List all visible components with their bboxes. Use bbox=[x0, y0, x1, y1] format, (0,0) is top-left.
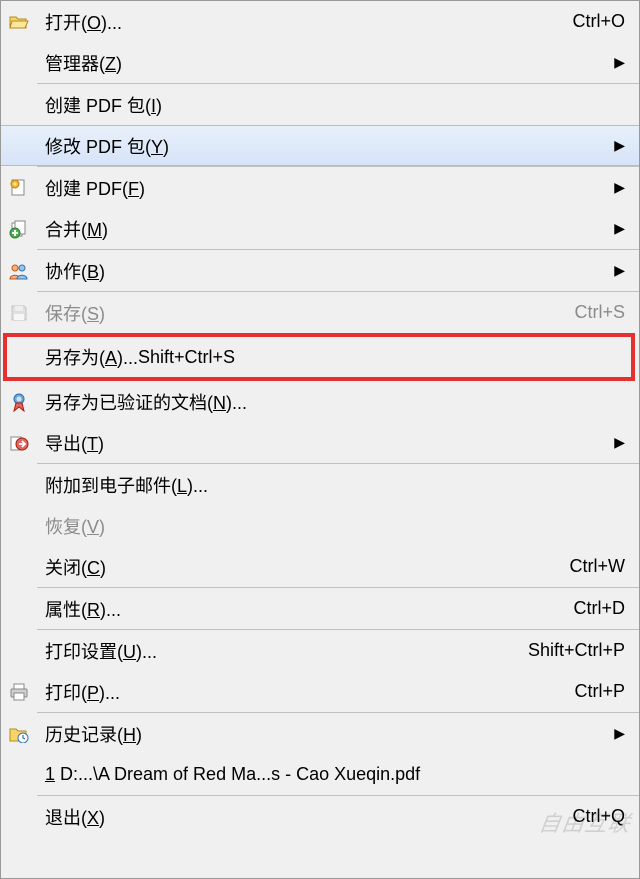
menu-label: 保存(S) bbox=[37, 300, 574, 326]
menu-label: 恢复(V) bbox=[37, 513, 625, 539]
menu-label: 合并(M) bbox=[37, 216, 605, 242]
menu-item-history[interactable]: 历史记录(H) ▶ bbox=[1, 713, 639, 754]
menu-item-recent-file[interactable]: 1 D:...\A Dream of Red Ma...s - Cao Xueq… bbox=[1, 754, 639, 795]
create-pdf-icon bbox=[1, 178, 37, 198]
folder-open-icon bbox=[1, 14, 37, 30]
menu-label: 1 D:...\A Dream of Red Ma...s - Cao Xueq… bbox=[37, 764, 625, 785]
submenu-arrow-icon: ▶ bbox=[609, 54, 625, 71]
menu-item-exit[interactable]: 退出(X) Ctrl+Q bbox=[1, 796, 639, 837]
history-icon bbox=[1, 725, 37, 743]
menu-label: 打开(O)... bbox=[37, 9, 572, 35]
shortcut: Ctrl+Q bbox=[572, 806, 625, 827]
menu-item-open[interactable]: 打开(O)... Ctrl+O bbox=[1, 1, 639, 42]
menu-label: 修改 PDF 包(Y) bbox=[37, 133, 605, 159]
collaborate-icon bbox=[1, 262, 37, 280]
menu-label: 关闭(C) bbox=[37, 554, 570, 580]
menu-item-print[interactable]: 打印(P)... Ctrl+P bbox=[1, 671, 639, 712]
save-icon bbox=[1, 304, 37, 322]
menu-item-collaborate[interactable]: 协作(B) ▶ bbox=[1, 250, 639, 291]
menu-item-manager[interactable]: 管理器(Z) ▶ bbox=[1, 42, 639, 83]
menu-item-save-verified[interactable]: 另存为已验证的文档(N)... bbox=[1, 381, 639, 422]
menu-item-modify-pdf-package[interactable]: 修改 PDF 包(Y) ▶ bbox=[1, 125, 639, 166]
shortcut: Ctrl+D bbox=[573, 598, 625, 619]
menu-item-export[interactable]: 导出(T) ▶ bbox=[1, 422, 639, 463]
menu-label: 创建 PDF 包(I) bbox=[37, 92, 625, 118]
shortcut: Shift+Ctrl+P bbox=[528, 640, 625, 661]
menu-item-merge[interactable]: 合并(M) ▶ bbox=[1, 208, 639, 249]
menu-item-create-pdf-package[interactable]: 创建 PDF 包(I) bbox=[1, 84, 639, 125]
menu-label: 退出(X) bbox=[37, 804, 572, 830]
shortcut: Ctrl+P bbox=[574, 681, 625, 702]
ribbon-icon bbox=[1, 392, 37, 412]
submenu-arrow-icon: ▶ bbox=[609, 725, 625, 742]
submenu-arrow-icon: ▶ bbox=[609, 434, 625, 451]
menu-label: 历史记录(H) bbox=[37, 721, 605, 747]
menu-label: 打印(P)... bbox=[37, 679, 574, 705]
menu-label: 管理器(Z) bbox=[37, 50, 605, 76]
menu-label: 打印设置(U)... bbox=[37, 638, 528, 664]
merge-icon bbox=[1, 219, 37, 239]
menu-label: 协作(B) bbox=[37, 258, 605, 284]
shortcut: Ctrl+O bbox=[572, 11, 625, 32]
menu-item-save-as[interactable]: 另存为(A)... Shift+Ctrl+S bbox=[3, 333, 635, 381]
menu-label: 属性(R)... bbox=[37, 596, 573, 622]
menu-item-properties[interactable]: 属性(R)... Ctrl+D bbox=[1, 588, 639, 629]
submenu-arrow-icon: ▶ bbox=[609, 179, 625, 196]
shortcut: Shift+Ctrl+S bbox=[138, 347, 235, 368]
menu-item-restore: 恢复(V) bbox=[1, 505, 639, 546]
export-icon bbox=[1, 434, 37, 452]
menu-item-print-setup[interactable]: 打印设置(U)... Shift+Ctrl+P bbox=[1, 630, 639, 671]
submenu-arrow-icon: ▶ bbox=[609, 262, 625, 279]
submenu-arrow-icon: ▶ bbox=[609, 220, 625, 237]
shortcut: Ctrl+W bbox=[570, 556, 626, 577]
print-icon bbox=[1, 683, 37, 701]
menu-item-create-pdf[interactable]: 创建 PDF(F) ▶ bbox=[1, 167, 639, 208]
menu-item-attach-email[interactable]: 附加到电子邮件(L)... bbox=[1, 464, 639, 505]
menu-item-close[interactable]: 关闭(C) Ctrl+W bbox=[1, 546, 639, 587]
menu-label: 导出(T) bbox=[37, 430, 605, 456]
menu-label: 创建 PDF(F) bbox=[37, 175, 605, 201]
menu-label: 另存为(A)... bbox=[37, 344, 138, 370]
menu-label: 附加到电子邮件(L)... bbox=[37, 472, 625, 498]
submenu-arrow-icon: ▶ bbox=[609, 137, 625, 154]
menu-item-save: 保存(S) Ctrl+S bbox=[1, 292, 639, 333]
shortcut: Ctrl+S bbox=[574, 302, 625, 323]
menu-label: 另存为已验证的文档(N)... bbox=[37, 389, 625, 415]
